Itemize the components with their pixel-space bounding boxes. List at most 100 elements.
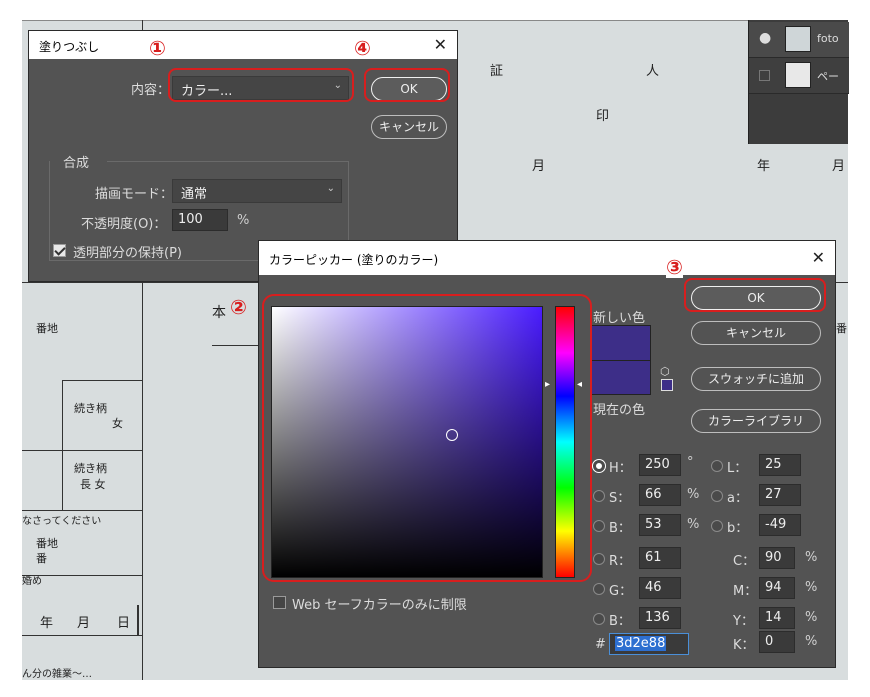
- doc-text: 続き柄: [74, 462, 107, 475]
- h-radio[interactable]: [593, 460, 605, 472]
- b-hsb-input[interactable]: 53: [639, 514, 681, 536]
- b-lab-radio[interactable]: [711, 520, 723, 532]
- layer-name: ペー: [817, 70, 839, 83]
- g-label: G：: [609, 584, 633, 599]
- b-lab-input[interactable]: -49: [759, 514, 801, 536]
- color-picker-titlebar: カラーピッカー (塗りのカラー) ✕: [259, 241, 835, 275]
- b-rgb-radio[interactable]: [593, 613, 605, 625]
- new-color-swatch: [591, 325, 651, 361]
- mode-label: 描画モード：: [95, 187, 174, 202]
- k-label: K：: [733, 638, 755, 653]
- doc-text: 月: [532, 159, 546, 174]
- cancel-button[interactable]: キャンセル: [371, 115, 447, 139]
- add-to-swatches-button[interactable]: スウォッチに追加: [691, 367, 821, 391]
- s-label: S：: [609, 491, 631, 506]
- m-unit: %: [805, 580, 818, 595]
- r-radio[interactable]: [593, 553, 605, 565]
- doc-text: 印: [596, 109, 610, 124]
- g-input[interactable]: 46: [639, 577, 681, 599]
- annotation-number-1: ①: [149, 36, 166, 60]
- r-label: R：: [609, 554, 632, 569]
- doc-text: 番地: [36, 537, 58, 550]
- opacity-label: 不透明度(O)：: [81, 217, 167, 232]
- layers-panel: ● foto ペー: [748, 20, 849, 144]
- preserve-transparency-label: 透明部分の保持(P): [73, 246, 182, 261]
- cancel-button[interactable]: キャンセル: [691, 321, 821, 345]
- web-safe-checkbox[interactable]: [273, 596, 286, 609]
- doc-text: 年: [757, 159, 771, 174]
- doc-text: 女: [112, 417, 123, 430]
- c-input[interactable]: 90: [759, 547, 795, 569]
- doc-text: 人: [646, 64, 660, 79]
- annotation-box-4: [364, 68, 450, 102]
- h-label: H：: [609, 461, 632, 476]
- mode-select-value: 通常: [181, 187, 208, 202]
- current-color-label: 現在の色: [593, 403, 646, 418]
- s-radio[interactable]: [593, 490, 605, 502]
- b-rgb-label: B：: [609, 614, 631, 629]
- eye-icon[interactable]: ●: [759, 30, 771, 46]
- l-input[interactable]: 25: [759, 454, 801, 476]
- doc-text: 番: [36, 552, 47, 565]
- h-input[interactable]: 250: [639, 454, 681, 476]
- close-icon[interactable]: ✕: [434, 35, 447, 54]
- layer-thumbnail: [785, 62, 811, 88]
- b-hsb-radio[interactable]: [593, 520, 605, 532]
- a-radio[interactable]: [711, 490, 723, 502]
- l-radio[interactable]: [711, 460, 723, 472]
- web-safe-label: Web セーフカラーのみに制限: [292, 598, 467, 613]
- web-safe-swatch[interactable]: [661, 379, 673, 391]
- gamut-warning-icon[interactable]: ⬡: [660, 365, 670, 378]
- r-input[interactable]: 61: [639, 547, 681, 569]
- fill-dialog-titlebar: 塗りつぶし ✕: [29, 31, 457, 59]
- doc-text: 婚め: [22, 576, 42, 587]
- doc-text: 番: [836, 322, 847, 335]
- annotation-number-2: ②: [230, 295, 247, 319]
- c-unit: %: [805, 550, 818, 565]
- doc-text: 長 女: [80, 478, 106, 491]
- visibility-toggle[interactable]: [759, 70, 770, 81]
- doc-text: ん分の雑業～…: [22, 669, 92, 680]
- annotation-number-4: ④: [354, 36, 371, 60]
- doc-text: 続き柄: [74, 402, 107, 415]
- current-color-swatch[interactable]: [591, 361, 651, 395]
- b-rgb-input[interactable]: 136: [639, 607, 681, 629]
- preserve-transparency-checkbox[interactable]: [53, 244, 66, 257]
- doc-text: 本: [212, 305, 226, 321]
- chevron-down-icon: ⌄: [326, 183, 335, 194]
- mode-select[interactable]: 通常 ⌄: [172, 179, 342, 203]
- doc-text: 番地: [36, 322, 58, 335]
- color-picker-title: カラーピッカー (塗りのカラー): [269, 253, 439, 267]
- m-label: M：: [733, 584, 758, 599]
- annotation-box-1: [168, 68, 354, 102]
- c-label: C：: [733, 554, 756, 569]
- b-hsb-label: B：: [609, 521, 631, 536]
- annotation-box-2: [262, 294, 592, 582]
- s-unit: %: [687, 487, 700, 502]
- m-input[interactable]: 94: [759, 577, 795, 599]
- y-input[interactable]: 14: [759, 607, 795, 629]
- opacity-input[interactable]: 100: [172, 209, 228, 231]
- b-hsb-unit: %: [687, 517, 700, 532]
- hex-input[interactable]: 3d2e88: [609, 633, 689, 655]
- close-icon[interactable]: ✕: [812, 248, 825, 267]
- color-libraries-button[interactable]: カラーライブラリ: [691, 409, 821, 433]
- divider: [107, 161, 349, 162]
- doc-text: 月: [832, 159, 846, 174]
- h-unit: °: [687, 455, 694, 470]
- b-lab-label: b：: [727, 521, 749, 536]
- doc-text: なさってください: [22, 516, 102, 527]
- fill-dialog-title: 塗りつぶし: [39, 40, 100, 54]
- new-color-label: 新しい色: [593, 311, 646, 326]
- g-radio[interactable]: [593, 583, 605, 595]
- k-input[interactable]: 0: [759, 631, 795, 653]
- a-input[interactable]: 27: [759, 484, 801, 506]
- y-label: Y：: [733, 614, 754, 629]
- opacity-unit: %: [237, 213, 250, 228]
- layer-row[interactable]: ペー: [749, 58, 849, 94]
- layer-thumbnail: [785, 26, 811, 52]
- a-label: a：: [727, 491, 748, 506]
- layer-row[interactable]: ● foto: [749, 22, 849, 58]
- s-input[interactable]: 66: [639, 484, 681, 506]
- doc-text: 月: [77, 616, 91, 631]
